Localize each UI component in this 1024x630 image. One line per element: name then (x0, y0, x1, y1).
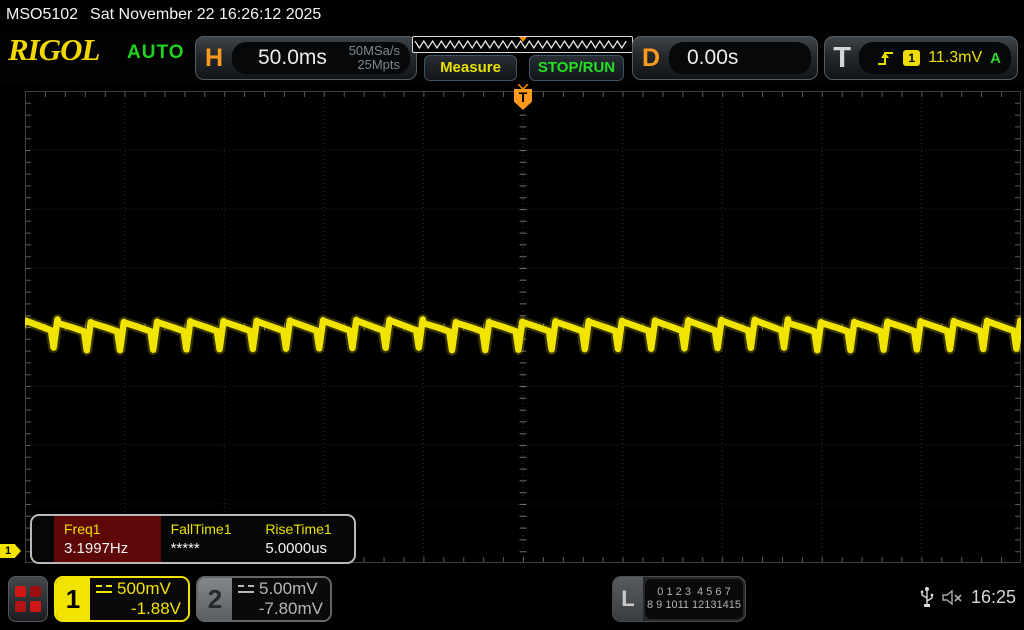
channel2-badge[interactable]: 2 5.00mV -7.80mV (196, 576, 332, 622)
delay-panel[interactable]: D 0.00s (632, 36, 818, 80)
overview-trigger-position-icon (519, 37, 527, 42)
stop-run-button[interactable]: STOP/RUN (529, 55, 624, 81)
channel1-values: 500mV -1.88V (90, 578, 188, 620)
trigger-label: T (825, 42, 859, 75)
dc-coupling-icon (96, 585, 112, 593)
trigger-sweep-badge: A (990, 50, 1001, 67)
channel2-number: 2 (198, 578, 232, 620)
usb-icon (920, 586, 934, 608)
rising-edge-icon (875, 49, 895, 67)
measurement-falltime1[interactable]: FallTime1 ***** (161, 516, 256, 562)
channel1-badge[interactable]: 1 500mV -1.88V (54, 576, 190, 622)
channel1-offset-marker[interactable]: 1 (0, 544, 21, 558)
sample-rate-text: 50MSa/s 25Mpts (349, 44, 400, 71)
trigger-level-value: 11.3mV (928, 49, 982, 67)
trigger-inset: 1 11.3mV A (859, 42, 1011, 74)
timebase-value: 50.0ms (258, 46, 327, 70)
delay-inset: 0.00s (669, 42, 811, 74)
channel1-number: 1 (56, 578, 90, 620)
channel2-values: 5.00mV -7.80mV (232, 578, 330, 620)
menu-button[interactable] (8, 576, 48, 622)
logic-channel-numbers: 0 1 2 3 4 5 6 7 8 9 1011 12131415 (645, 579, 743, 619)
bottom-bar: 1 500mV -1.88V 2 5.00mV -7.80mV L 0 1 2 … (0, 568, 1024, 630)
measurement-risetime1[interactable]: RiseTime1 5.0000us (255, 516, 354, 562)
menu-grid-icon (15, 601, 26, 612)
measurement-results-box: Freq1 3.1997Hz FallTime1 ***** RiseTime1… (30, 514, 356, 564)
measurement-freq1[interactable]: Freq1 3.1997Hz (54, 516, 161, 562)
model-name: MSO5102 (6, 6, 78, 23)
oscilloscope-screen: MSO5102 Sat November 22 16:26:12 2025 RIG… (0, 0, 1024, 630)
acquisition-mode-badge: AUTO (127, 42, 184, 64)
horizontal-inset: 50.0ms 50MSa/s 25Mpts (232, 42, 410, 74)
trigger-panel[interactable]: T 1 11.3mV A (824, 36, 1018, 80)
waveform-overview-strip[interactable] (412, 36, 633, 53)
datetime-text: Sat November 22 16:26:12 2025 (90, 6, 321, 23)
dc-coupling-icon (238, 585, 254, 593)
logic-label: L (613, 577, 643, 621)
trigger-source-badge: 1 (903, 50, 920, 66)
status-icons: 16:25 (920, 586, 1016, 608)
horizontal-panel[interactable]: H 50.0ms 50MSa/s 25Mpts (195, 36, 417, 80)
rigol-logo: RIGOL (8, 32, 99, 68)
graticule-and-waveform (25, 91, 1021, 563)
horizontal-label: H (196, 44, 232, 73)
clock-text: 16:25 (971, 587, 1016, 608)
titlebar: MSO5102 Sat November 22 16:26:12 2025 (0, 0, 1024, 30)
delay-label: D (633, 44, 669, 73)
menu-grid-icon (30, 601, 41, 612)
delay-value: 0.00s (687, 46, 738, 70)
speaker-muted-icon (942, 589, 963, 606)
logic-channels-pod[interactable]: L 0 1 2 3 4 5 6 7 8 9 1011 12131415 (612, 576, 746, 622)
menu-grid-icon (15, 586, 26, 597)
menu-grid-icon (30, 586, 41, 597)
measure-button[interactable]: Measure (424, 55, 517, 81)
header-bar: RIGOL AUTO H 50.0ms 50MSa/s 25Mpts Measu… (0, 30, 1024, 84)
